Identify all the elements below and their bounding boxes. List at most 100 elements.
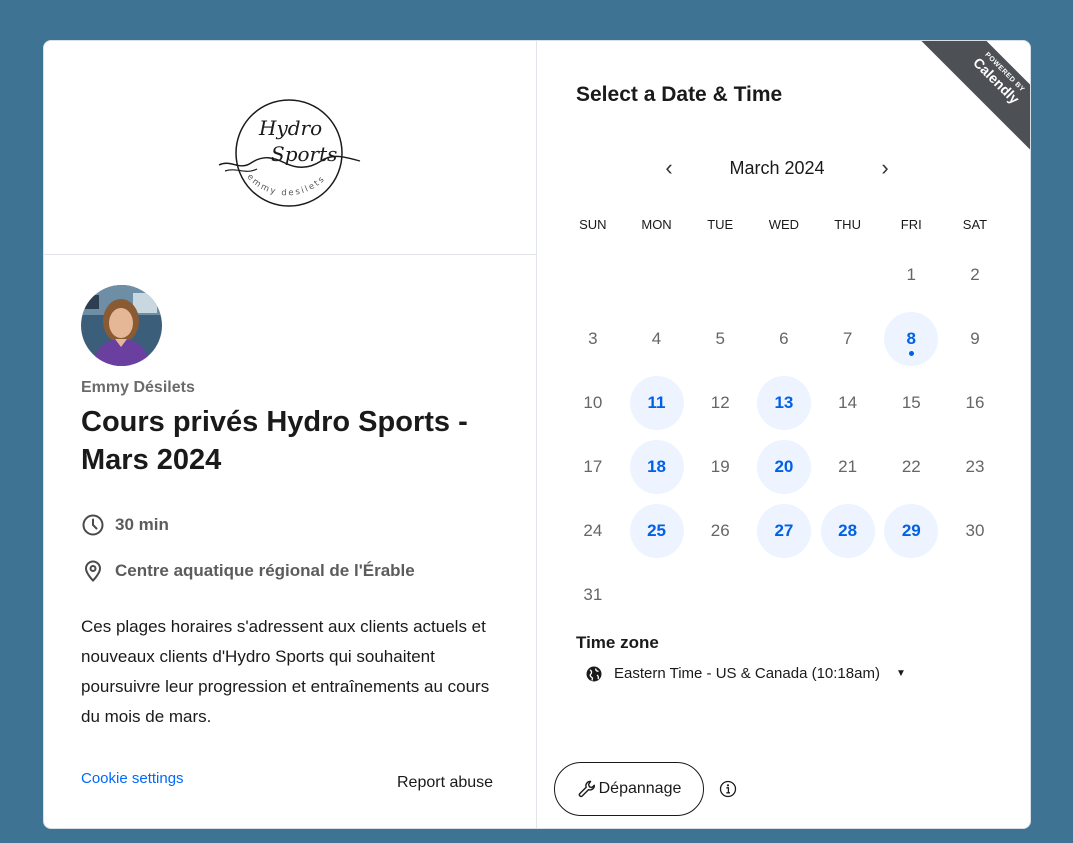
chevron-left-icon[interactable]: ‹: [657, 155, 681, 181]
weekday-wed: WED: [768, 217, 800, 232]
weekday-tue: TUE: [707, 217, 734, 232]
day-number: 9: [970, 329, 980, 348]
calendly-brand-text: Calendly: [970, 54, 1023, 107]
wrench-icon: [578, 780, 595, 798]
calendar-day: 9: [943, 307, 1007, 371]
hydro-sports-logo: Hydro Sports emmy desilets: [218, 99, 361, 207]
booking-card: Hydro Sports emmy desilets Emmy Désilets…: [43, 40, 1031, 829]
timezone-value: Eastern Time - US & Canada (10:18am): [614, 665, 880, 682]
calendar-day-available[interactable]: 8: [879, 307, 943, 371]
day-number: 16: [965, 393, 985, 412]
calendar-day: 12: [688, 371, 752, 435]
day-number: 3: [588, 329, 598, 348]
map-pin-icon: [84, 560, 102, 582]
powered-by-badge[interactable]: POWERED BY Calendly: [898, 41, 1030, 171]
weekday-fri: FRI: [900, 217, 922, 232]
timezone-select[interactable]: Eastern Time - US & Canada (10:18am) ▼: [586, 665, 906, 682]
calendar-blank-cell: [816, 243, 880, 307]
calendar-day: 24: [561, 499, 625, 563]
globe-icon: [586, 666, 602, 681]
calendar-day-available[interactable]: 11: [625, 371, 689, 435]
day-number: 19: [710, 457, 730, 476]
calendar-day-available[interactable]: 20: [752, 435, 816, 499]
weekday-thu: THU: [834, 217, 861, 232]
weekday-header: SUN MON TUE WED THU FRI SAT: [561, 217, 1007, 232]
calendar-day: 22: [879, 435, 943, 499]
month-label: March 2024: [729, 157, 825, 178]
month-navigation: ‹ March 2024 ›: [657, 153, 897, 183]
day-number[interactable]: 11: [629, 376, 684, 430]
event-description: Ces plages horaires s'adressent aux clie…: [81, 617, 490, 726]
calendar-day-available[interactable]: 13: [752, 371, 816, 435]
calendar-panel: POWERED BY Calendly Select a Date & Time…: [537, 41, 1030, 828]
day-number[interactable]: 25: [629, 504, 684, 558]
day-number: 12: [710, 393, 730, 412]
calendar-day: 14: [816, 371, 880, 435]
day-number[interactable]: 29: [884, 504, 939, 558]
timezone-label: Time zone: [576, 633, 659, 652]
day-number: 24: [583, 521, 603, 540]
calendar-day: 17: [561, 435, 625, 499]
calendar-day-available[interactable]: 27: [752, 499, 816, 563]
event-title: Cours privés Hydro Sports - Mars 2024: [81, 406, 468, 476]
chevron-right-icon[interactable]: ›: [873, 155, 897, 181]
calendar-day-available[interactable]: 25: [625, 499, 689, 563]
calendar-day-available[interactable]: 28: [816, 499, 880, 563]
calendar-day: 15: [879, 371, 943, 435]
calendar-day: 2: [943, 243, 1007, 307]
day-number: 7: [842, 329, 853, 348]
clock-icon: [82, 514, 104, 536]
day-number[interactable]: 8: [884, 312, 939, 366]
calendar-day: 1: [879, 243, 943, 307]
calendar-day: 4: [625, 307, 689, 371]
calendar-day: 3: [561, 307, 625, 371]
day-number: 17: [583, 457, 603, 476]
duration-text: 30 min: [115, 515, 169, 534]
troubleshoot-label: Dépannage: [598, 780, 682, 797]
day-number: 22: [901, 457, 921, 476]
calendar-day: 21: [816, 435, 880, 499]
calendar-blank-cell: [752, 243, 816, 307]
day-number[interactable]: 18: [629, 440, 684, 494]
day-number: 31: [583, 585, 603, 604]
day-number: 23: [965, 457, 985, 476]
host-avatar: [81, 285, 162, 366]
day-number: 5: [715, 329, 725, 348]
calendar-day: 7: [816, 307, 880, 371]
calendar-day: 30: [943, 499, 1007, 563]
weekday-sun: SUN: [579, 217, 607, 232]
duration-row: 30 min: [81, 513, 169, 537]
calendar-day: 19: [688, 435, 752, 499]
calendar-day: 6: [752, 307, 816, 371]
day-number: 30: [965, 521, 985, 540]
day-number: 4: [651, 329, 662, 348]
calendar-blank-cell: [688, 243, 752, 307]
host-name: Emmy Désilets: [81, 379, 195, 396]
info-icon[interactable]: [718, 779, 738, 799]
location-row: Centre aquatique régional de l'Érable: [81, 559, 415, 583]
location-text: Centre aquatique régional de l'Érable: [115, 561, 415, 580]
day-number: 2: [970, 265, 980, 284]
day-number[interactable]: 27: [756, 504, 811, 558]
day-number[interactable]: 20: [756, 440, 811, 494]
cookie-settings-link[interactable]: Cookie settings: [81, 770, 184, 787]
day-number[interactable]: 28: [820, 504, 875, 558]
logo-area: Hydro Sports emmy desilets: [44, 41, 536, 255]
day-number: 15: [901, 393, 921, 412]
calendar-blank-cell: [561, 243, 625, 307]
calendar-day: 31: [561, 563, 625, 627]
report-abuse-link[interactable]: Report abuse: [397, 774, 493, 792]
day-number: 6: [779, 329, 789, 348]
calendly-ribbon[interactable]: POWERED BY Calendly: [911, 41, 1030, 166]
day-number: 14: [838, 393, 858, 412]
day-number[interactable]: 13: [756, 376, 811, 430]
weekday-mon: MON: [641, 217, 672, 232]
day-number: 26: [710, 521, 730, 540]
weekday-sat: SAT: [962, 217, 988, 232]
calendar-heading: Select a Date & Time: [576, 83, 783, 106]
logo-line2: Sports: [271, 142, 337, 166]
logo-line1: Hydro: [258, 116, 322, 140]
troubleshoot-button[interactable]: Dépannage: [554, 762, 704, 816]
calendar-day-available[interactable]: 29: [879, 499, 943, 563]
calendar-day-available[interactable]: 18: [625, 435, 689, 499]
